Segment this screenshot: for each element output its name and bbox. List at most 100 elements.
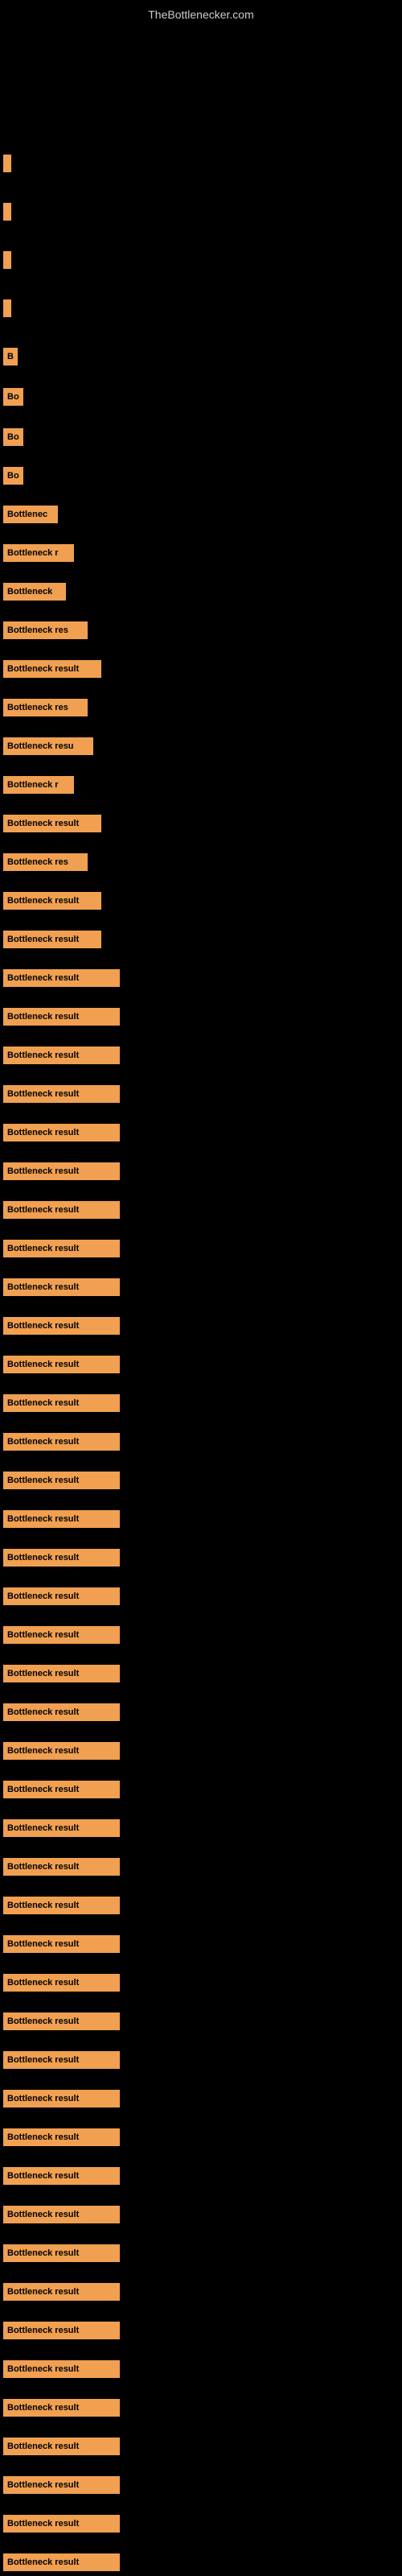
bar-label: Bottleneck result [3,1124,120,1141]
result-row: Bo [3,388,23,406]
result-row [3,251,11,269]
result-row: Bottleneck result [3,969,120,987]
bar-label: Bottleneck result [3,1317,120,1335]
result-row: Bottleneck result [3,1394,120,1412]
result-row: Bottleneck result [3,1046,120,1064]
bar-label: Bottleneck result [3,1703,120,1721]
bar-label: Bottleneck resu [3,737,93,755]
bar-label: Bottleneck result [3,2360,120,2378]
bar-label: B [3,348,18,365]
result-row: Bo [3,428,23,446]
result-row: Bottleneck result [3,1549,120,1567]
bar-label [3,251,11,269]
bar-label: Bottleneck result [3,1085,120,1103]
bar-label: Bottleneck result [3,2051,120,2069]
bar-label: Bottleneck result [3,2553,120,2571]
bar-label: Bottleneck result [3,2283,120,2301]
bar-label: Bottleneck result [3,1278,120,1296]
result-row: Bottleneck result [3,1240,120,1257]
bar-label: Bottleneck result [3,2515,120,2533]
bar-label: Bottleneck result [3,2206,120,2223]
bar-label: Bottleneck result [3,1549,120,1567]
result-row: Bottleneck result [3,2360,120,2378]
result-row: Bottleneck result [3,1897,120,1914]
result-row: Bottleneck result [3,1162,120,1180]
result-row: Bottleneck result [3,1472,120,1489]
result-row: Bottleneck result [3,1665,120,1682]
result-row: Bottleneck result [3,1201,120,1219]
result-row: Bottleneck resu [3,737,93,755]
result-row: Bottleneck result [3,660,101,678]
result-row: Bottleneck result [3,2399,120,2417]
result-row: Bottleneck [3,583,66,601]
bar-label: Bottleneck result [3,815,101,832]
result-row: Bottleneck result [3,1858,120,1876]
result-row: Bottleneck result [3,1587,120,1605]
bar-label: Bottleneck result [3,1240,120,1257]
bar-label: Bottleneck result [3,1510,120,1528]
bar-label: Bottleneck result [3,1201,120,1219]
bar-label: Bottleneck res [3,853,88,871]
result-row: Bottleneck result [3,2553,120,2571]
bar-label: Bottleneck r [3,544,74,562]
bar-label: Bottleneck result [3,1433,120,1451]
chart-container: BBoBoBoBottlenecBottleneck rBottleneckBo… [0,26,402,2570]
bar-label: Bottleneck result [3,1974,120,1992]
result-row: Bottleneck result [3,815,101,832]
result-row: Bottleneck result [3,1008,120,1026]
result-row: Bottleneck result [3,1819,120,1837]
result-row: Bottleneck result [3,1935,120,1953]
bar-label: Bottleneck result [3,1781,120,1798]
result-row: Bottleneck result [3,1510,120,1528]
bar-label: Bottleneck result [3,2476,120,2494]
result-row [3,299,11,317]
result-row: Bottleneck result [3,1317,120,1335]
result-row: Bottleneck result [3,1974,120,1992]
result-row: Bottleneck result [3,1781,120,1798]
site-title: TheBottlenecker.com [0,0,402,26]
result-row: Bottleneck result [3,931,101,948]
result-row: Bottleneck r [3,776,74,794]
result-row: Bottleneck result [3,2051,120,2069]
page-wrapper: TheBottlenecker.com BBoBoBoBottlenecBott… [0,0,402,2576]
bar-label: Bottleneck result [3,1858,120,1876]
bar-label: Bottleneck [3,583,66,601]
bar-label: Bottleneck result [3,2167,120,2185]
result-row: Bottleneck result [3,2167,120,2185]
bar-label: Bo [3,388,23,406]
bar-label: Bottleneck result [3,2438,120,2455]
result-row: B [3,348,18,365]
bar-label: Bottleneck result [3,2128,120,2146]
result-row: Bottleneck result [3,2244,120,2262]
result-row: Bottleneck res [3,699,88,716]
bar-label: Bottleneck result [3,1587,120,1605]
bar-label: Bottleneck res [3,621,88,639]
result-row: Bottleneck result [3,2438,120,2455]
bar-label: Bottleneck result [3,2322,120,2339]
bar-label: Bottleneck result [3,1472,120,1489]
bar-label: Bottleneck result [3,2244,120,2262]
bar-label: Bottleneck result [3,892,101,910]
result-row [3,155,11,172]
result-row: Bottleneck result [3,1356,120,1373]
result-row: Bottleneck result [3,2128,120,2146]
bar-label: Bottleneck result [3,1356,120,1373]
bar-label: Bottleneck result [3,2399,120,2417]
bar-label: Bottleneck result [3,1742,120,1760]
result-row [3,203,11,221]
bar-label: Bottleneck result [3,1819,120,1837]
result-row: Bottleneck res [3,621,88,639]
result-row: Bottleneck result [3,1703,120,1721]
bar-label: Bottleneck result [3,1008,120,1026]
bar-label: Bottleneck result [3,969,120,987]
bar-label: Bottleneck result [3,931,101,948]
result-row: Bottleneck result [3,2515,120,2533]
bar-label: Bottleneck result [3,1897,120,1914]
result-row: Bottlenec [3,506,58,523]
bar-label: Bottleneck result [3,1935,120,1953]
bar-label: Bottleneck result [3,1046,120,1064]
bar-label: Bottleneck result [3,1665,120,1682]
bar-label: Bottleneck result [3,2013,120,2030]
result-row: Bottleneck result [3,2283,120,2301]
bar-label: Bottleneck result [3,2090,120,2107]
